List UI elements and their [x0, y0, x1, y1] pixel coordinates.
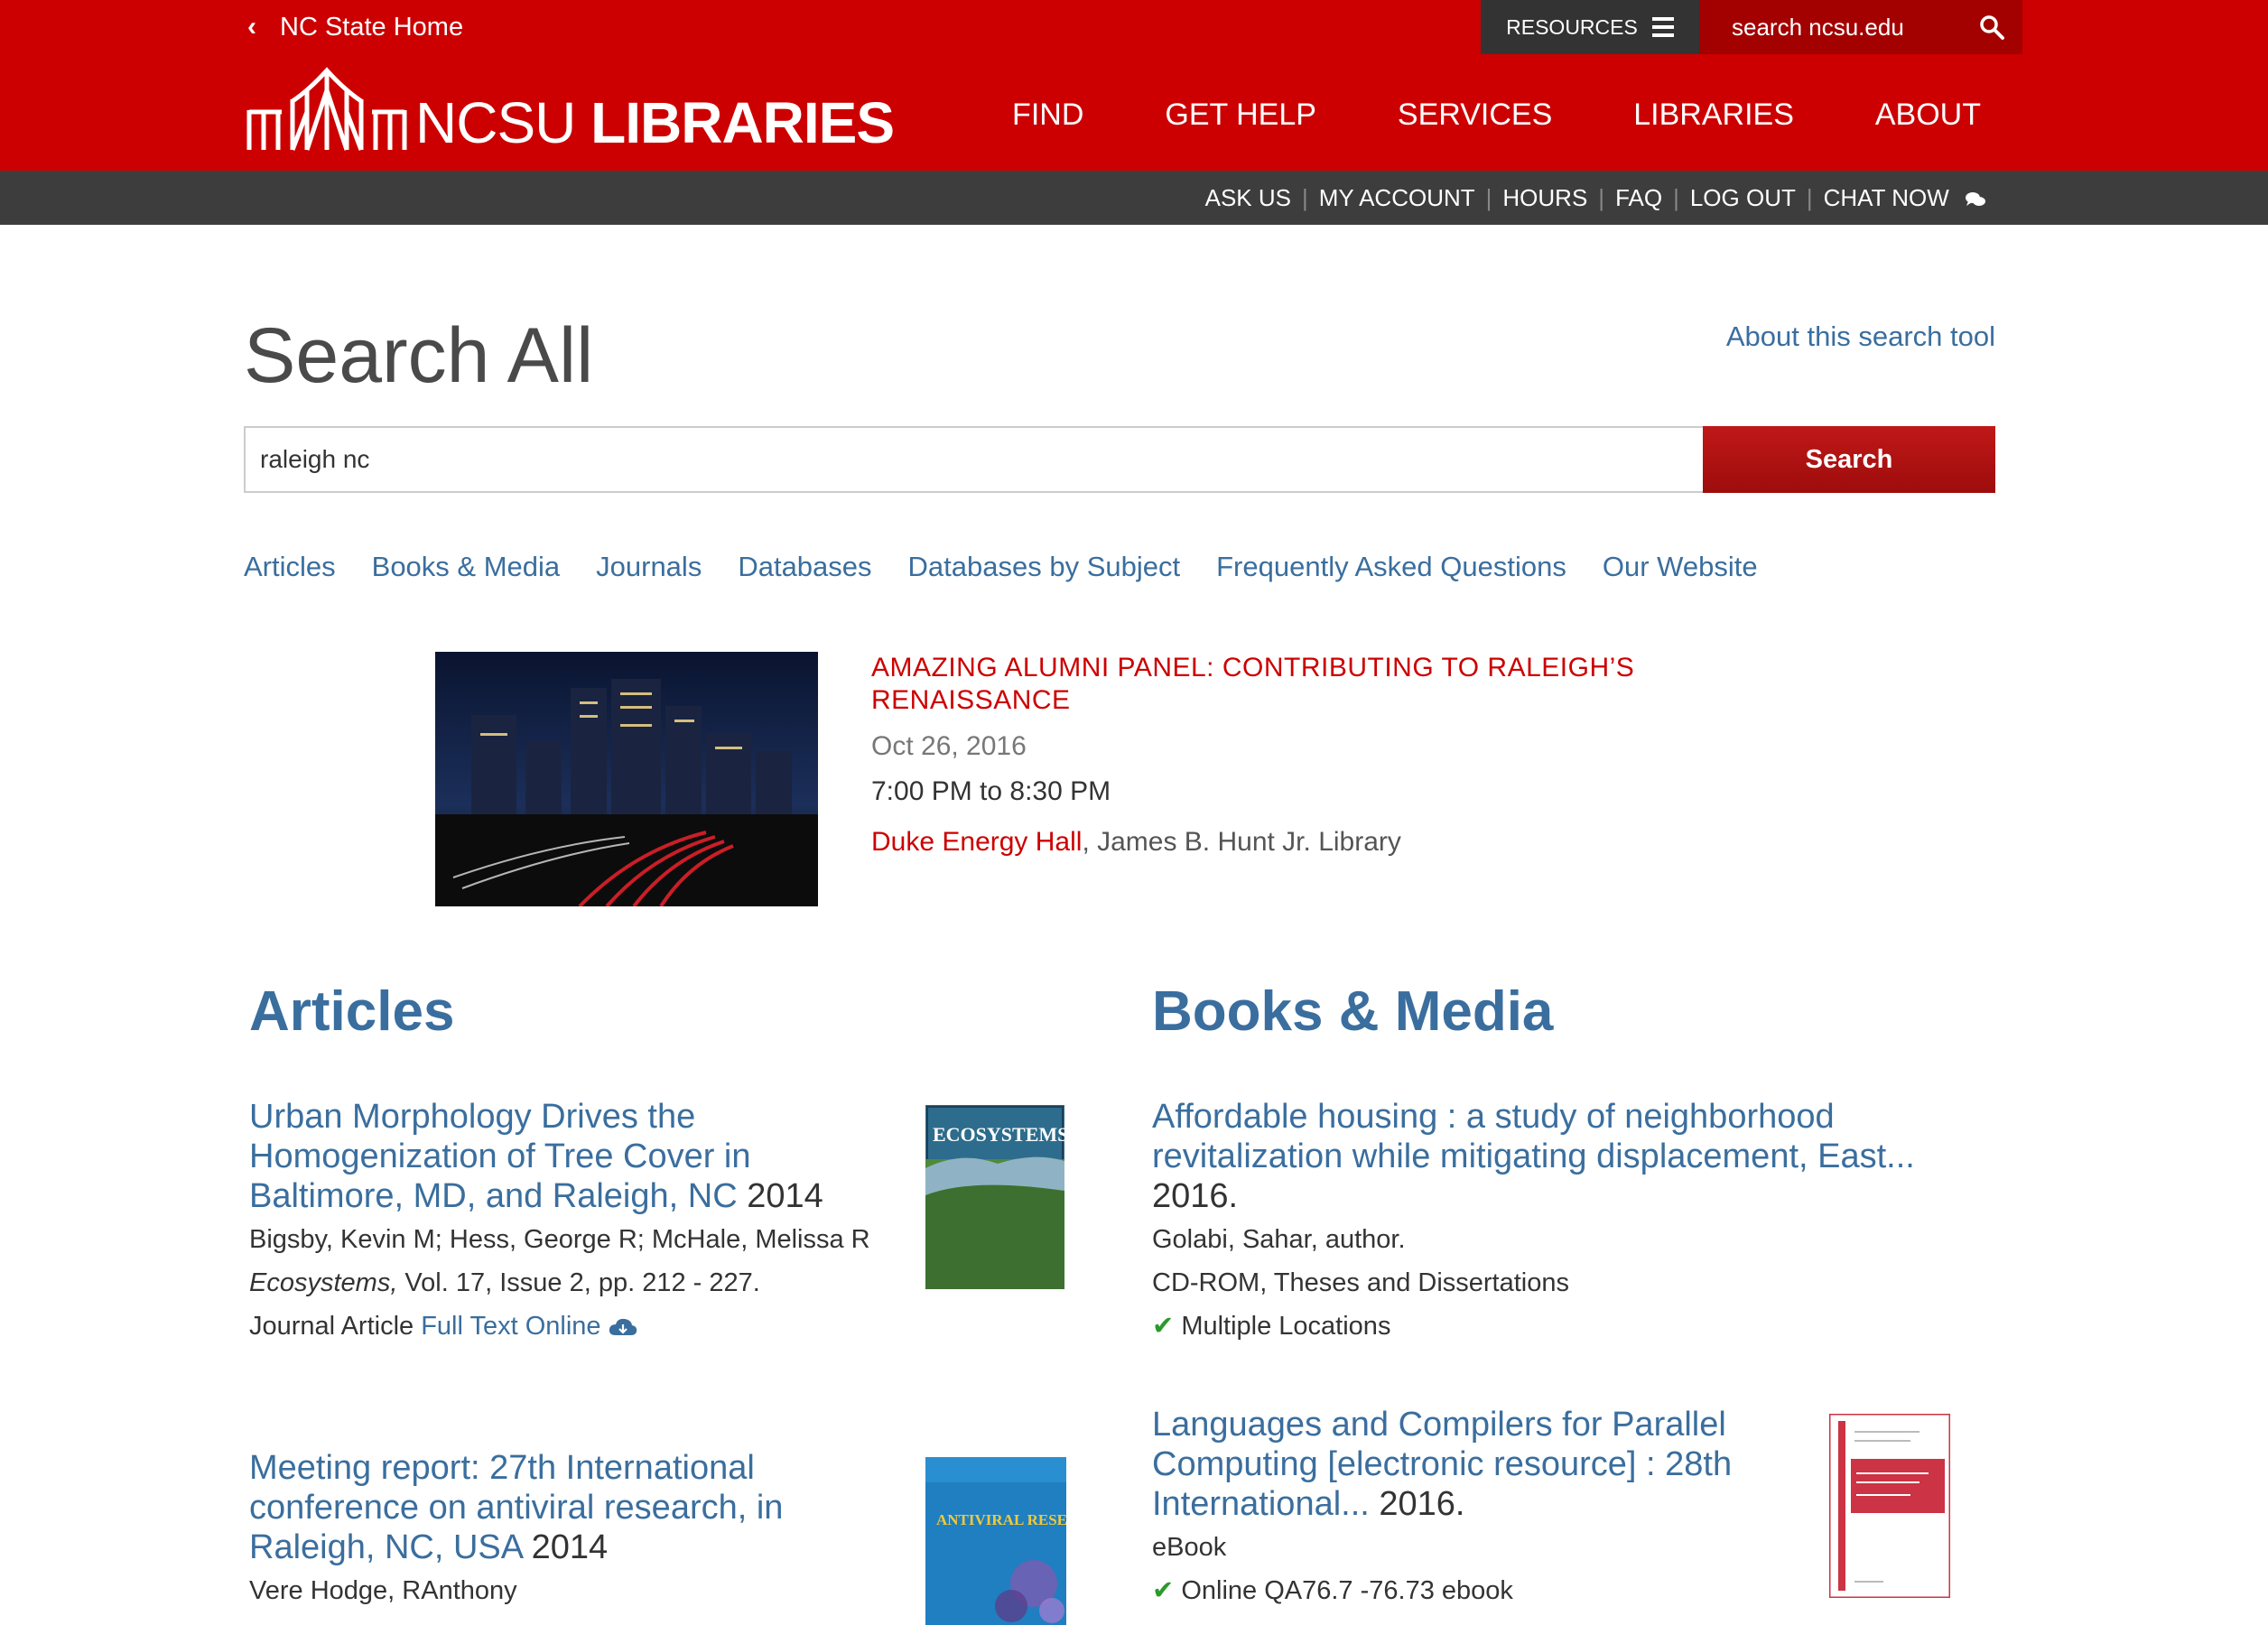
tab-databases-by-subject[interactable]: Databases by Subject [908, 551, 1181, 583]
book-format: CD-ROM, Theses and Dissertations [1152, 1268, 1570, 1297]
library-building-logo-icon [246, 67, 407, 151]
search-input[interactable] [244, 426, 1703, 493]
event-location: Duke Energy Hall, James B. Hunt Jr. Libr… [871, 827, 1720, 858]
nav-find[interactable]: FIND [1012, 98, 1083, 133]
logo-text: NCSU LIBRARIES [415, 94, 895, 152]
article-title: Urban Morphology Drives the Homogenizati… [249, 1097, 881, 1216]
chevron-left-icon: ‹ [247, 12, 256, 42]
book-result: Languages and Compilers for Parallel Com… [1152, 1405, 1802, 1612]
article-result: Urban Morphology Drives the Homogenizati… [249, 1097, 881, 1348]
article-title-link[interactable]: Meeting report: 27th International confe… [249, 1449, 783, 1566]
divider: | [1485, 183, 1492, 211]
event-details: AMAZING ALUMNI PANEL: CONTRIBUTING TO RA… [871, 652, 1720, 858]
tab-journals[interactable]: Journals [596, 551, 702, 583]
search-button[interactable]: Search [1703, 426, 1995, 493]
article-journal: Ecosystems, [249, 1268, 398, 1297]
divider: | [1806, 183, 1813, 211]
article-title: Meeting report: 27th International confe… [249, 1448, 881, 1567]
event-image-raleigh-skyline[interactable] [435, 652, 818, 906]
event-title-link[interactable]: AMAZING ALUMNI PANEL: CONTRIBUTING TO RA… [871, 652, 1720, 717]
tab-databases[interactable]: Databases [738, 551, 871, 583]
divider: | [1598, 183, 1605, 211]
divider: | [1673, 183, 1679, 211]
antiviral-cover-title: ANTIVIRAL RESEARCH [936, 1511, 1066, 1528]
search-icon[interactable] [1979, 14, 2004, 40]
search-scope-tabs: Articles Books & Media Journals Database… [244, 551, 1758, 583]
checkmark-icon: ✔ [1152, 1312, 1175, 1341]
ecosystems-cover-title: ECOSYSTEMS [933, 1123, 1064, 1146]
logo-text-light: NCSU [415, 90, 576, 155]
nav-about[interactable]: ABOUT [1875, 98, 1981, 133]
chat-now-label: CHAT NOW [1823, 183, 1949, 211]
event-time: 7:00 PM to 8:30 PM [871, 776, 1111, 806]
page-title: Search All [244, 312, 594, 399]
tab-faq[interactable]: Frequently Asked Questions [1216, 551, 1566, 583]
article-authors: Bigsby, Kevin M; Hess, George R; McHale,… [249, 1225, 870, 1254]
article-access: Journal Article Full Text Online [249, 1305, 881, 1348]
book-title: Languages and Compilers for Parallel Com… [1152, 1405, 1802, 1524]
event-room-link[interactable]: Duke Energy Hall [871, 827, 1082, 857]
about-search-tool-link[interactable]: About this search tool [1726, 320, 1995, 353]
secondary-links: ASK US | MY ACCOUNT | HOURS | FAQ | LOG … [1205, 171, 1986, 225]
antiviral-research-journal-cover[interactable]: ANTIVIRAL RESEARCH [925, 1457, 1066, 1625]
books-media-heading[interactable]: Books & Media [1152, 980, 1553, 1044]
nav-get-help[interactable]: GET HELP [1165, 98, 1316, 133]
checkmark-icon: ✔ [1152, 1576, 1175, 1605]
article-type: Journal Article [249, 1312, 414, 1341]
cloud-download-icon [609, 1319, 637, 1336]
articles-heading[interactable]: Articles [249, 980, 454, 1044]
site-search-placeholder: search ncsu.edu [1732, 13, 1904, 41]
logo-text-bold: LIBRARIES [590, 90, 895, 155]
full-text-online-link[interactable]: Full Text Online [421, 1312, 637, 1341]
book-availability-label: Multiple Locations [1181, 1312, 1391, 1341]
tab-books-media[interactable]: Books & Media [372, 551, 561, 583]
site-search-input[interactable]: search ncsu.edu [1699, 0, 2022, 54]
nav-services[interactable]: SERVICES [1398, 98, 1552, 133]
article-year: 2014 [531, 1528, 609, 1566]
article-citation-detail: Vol. 17, Issue 2, pp. 212 - 227. [397, 1268, 760, 1297]
article-citation: Ecosystems, Vol. 17, Issue 2, pp. 212 - … [249, 1261, 881, 1305]
nc-state-home-label: NC State Home [280, 12, 464, 42]
book-availability: ✔ Online QA76.7 -76.73 ebook [1152, 1569, 1802, 1612]
tab-our-website[interactable]: Our Website [1603, 551, 1758, 583]
chat-now-link[interactable]: CHAT NOW [1824, 184, 1986, 212]
main-nav: FIND GET HELP SERVICES LIBRARIES ABOUT [1012, 98, 1981, 133]
nav-libraries[interactable]: LIBRARIES [1633, 98, 1794, 133]
my-account-link[interactable]: MY ACCOUNT [1319, 184, 1475, 212]
book-availability: ✔ Multiple Locations [1152, 1305, 1983, 1348]
hours-link[interactable]: HOURS [1502, 184, 1587, 212]
resources-menu-button[interactable]: RESOURCES [1481, 0, 1699, 54]
hamburger-icon [1651, 17, 1674, 37]
book-availability-label: Online QA76.7 -76.73 ebook [1181, 1576, 1513, 1605]
resources-label: RESOURCES [1506, 14, 1638, 39]
faq-link[interactable]: FAQ [1615, 184, 1662, 212]
event-date: Oct 26, 2016 [871, 731, 1027, 761]
divider: | [1301, 183, 1308, 211]
book-author: Golabi, Sahar, author. [1152, 1225, 1406, 1254]
book-format: eBook [1152, 1533, 1227, 1562]
nc-state-home-link[interactable]: ‹ NC State Home [247, 9, 463, 45]
full-text-online-label: Full Text Online [421, 1312, 601, 1341]
secondary-nav-bar: ASK US | MY ACCOUNT | HOURS | FAQ | LOG … [0, 171, 2268, 225]
tab-articles[interactable]: Articles [244, 551, 336, 583]
ask-us-link[interactable]: ASK US [1205, 184, 1291, 212]
article-authors: Vere Hodge, RAnthony [249, 1576, 517, 1605]
utility-box: RESOURCES search ncsu.edu [1481, 0, 2022, 54]
article-title-link[interactable]: Urban Morphology Drives the Homogenizati… [249, 1098, 751, 1215]
article-year: 2014 [747, 1177, 823, 1215]
book-result: Affordable housing : a study of neighbor… [1152, 1097, 1983, 1348]
search-form: Search [244, 426, 1995, 493]
book-title-link[interactable]: Affordable housing : a study of neighbor… [1152, 1098, 1915, 1175]
event-building: , James B. Hunt Jr. Library [1082, 827, 1401, 857]
book-cover-lcpc[interactable] [1829, 1414, 1950, 1598]
book-year: 2016. [1152, 1177, 1239, 1215]
log-out-link[interactable]: LOG OUT [1690, 184, 1796, 212]
article-result: Meeting report: 27th International confe… [249, 1448, 881, 1612]
book-year: 2016. [1379, 1485, 1465, 1523]
ncsu-libraries-logo[interactable]: NCSU LIBRARIES [246, 63, 895, 153]
chat-bubbles-icon [1966, 191, 1985, 206]
ecosystems-journal-cover[interactable]: ECOSYSTEMS [925, 1105, 1064, 1289]
site-header: ‹ NC State Home RESOURCES search ncsu.ed… [0, 0, 2268, 171]
book-title: Affordable housing : a study of neighbor… [1152, 1097, 1983, 1216]
